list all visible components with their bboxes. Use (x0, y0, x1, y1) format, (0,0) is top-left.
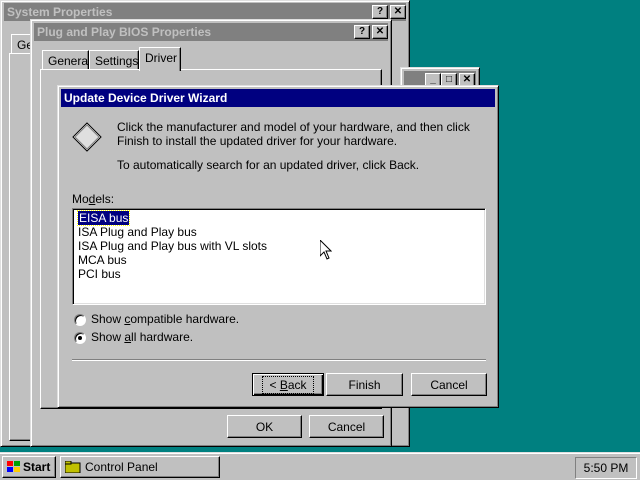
hardware-diamond-icon (72, 122, 102, 152)
wizard-title: Update Device Driver Wizard (64, 91, 228, 105)
help-button[interactable]: ? (354, 25, 370, 39)
cancel-button-label: Cancel (327, 419, 366, 434)
show-all-radio[interactable] (74, 332, 86, 344)
help-button[interactable]: ? (372, 5, 388, 19)
show-compatible-radio[interactable] (74, 314, 86, 326)
wizard-auto-search-hint: To automatically search for an updated d… (117, 158, 420, 172)
task-control-panel-label: Control Panel (85, 460, 158, 474)
list-item[interactable]: ISA Plug and Play bus with VL slots (75, 239, 483, 253)
taskbar: Start Control Panel 5:50 PM (0, 452, 640, 480)
tab-driver[interactable]: Driver (139, 47, 181, 71)
system-tray-clock[interactable]: 5:50 PM (575, 457, 637, 479)
list-item[interactable]: EISA bus (75, 210, 483, 226)
cancel-button[interactable]: Cancel (309, 415, 384, 438)
pnp-bios-title: Plug and Play BIOS Properties (37, 25, 212, 39)
close-button[interactable]: ✕ (372, 25, 388, 39)
folder-icon (64, 460, 81, 474)
tab-settings[interactable]: Settings (89, 50, 139, 70)
finish-button-label: Finish (348, 377, 381, 392)
show-compatible-label[interactable]: Show compatible hardware. (91, 312, 239, 326)
back-button[interactable]: < Back (252, 373, 324, 396)
list-item[interactable]: MCA bus (75, 253, 483, 267)
start-label: Start (23, 460, 51, 474)
models-listbox[interactable]: EISA bus ISA Plug and Play bus ISA Plug … (72, 208, 486, 305)
tab-general[interactable]: General (42, 50, 91, 70)
list-item[interactable]: ISA Plug and Play bus (75, 225, 483, 239)
cancel-button[interactable]: Cancel (411, 373, 487, 396)
separator (72, 359, 486, 361)
task-control-panel[interactable]: Control Panel (60, 456, 220, 478)
back-button-label: < Back (262, 375, 314, 394)
finish-button[interactable]: Finish (326, 373, 403, 396)
wizard-instruction: Click the manufacturer and model of your… (117, 120, 470, 148)
clock-label: 5:50 PM (583, 461, 629, 475)
models-label: Models: (72, 192, 115, 206)
start-button[interactable]: Start (2, 456, 56, 478)
wizard-titlebar[interactable]: Update Device Driver Wizard (61, 89, 495, 107)
list-item[interactable]: PCI bus (75, 267, 483, 281)
show-all-label[interactable]: Show all hardware. (91, 330, 193, 344)
system-properties-title: System Properties (7, 5, 113, 19)
close-button[interactable]: ✕ (390, 5, 406, 19)
windows-logo-icon (6, 461, 20, 473)
cancel-button-label: Cancel (430, 377, 468, 392)
ok-button[interactable]: OK (227, 415, 302, 438)
update-driver-wizard-window: Update Device Driver Wizard Click the ma… (57, 85, 499, 408)
pnp-bios-titlebar[interactable]: Plug and Play BIOS Properties ? ✕ (34, 23, 388, 41)
ok-button-label: OK (255, 419, 274, 434)
mouse-cursor-icon (319, 238, 333, 260)
